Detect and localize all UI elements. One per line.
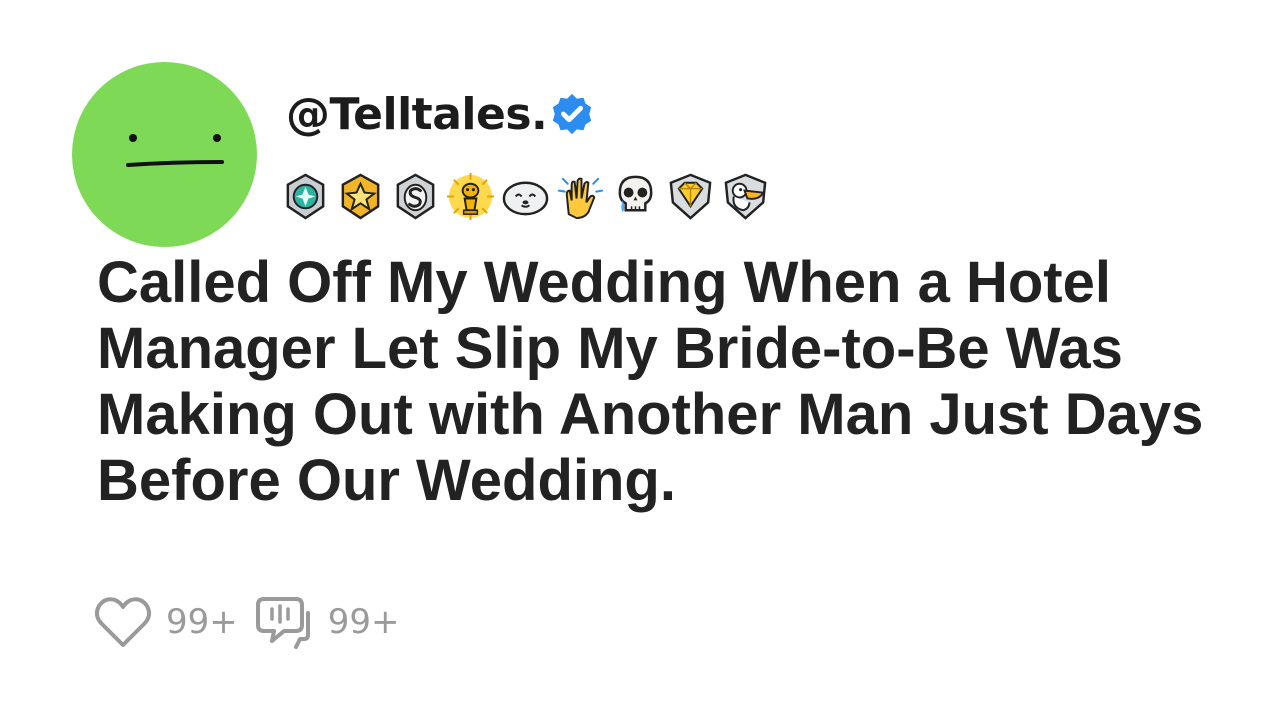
avatar[interactable] xyxy=(72,62,257,247)
comment-icon[interactable] xyxy=(255,595,314,649)
neutral-face-icon xyxy=(126,134,224,167)
heart-icon[interactable] xyxy=(94,595,152,649)
verified-badge-icon xyxy=(553,93,592,135)
clapping-hands-icon xyxy=(557,177,604,219)
username[interactable]: @Telltales. xyxy=(286,89,548,140)
silver-s-badge-icon xyxy=(396,173,435,220)
teal-gem-badge-icon xyxy=(286,173,325,220)
gold-star-badge-icon xyxy=(341,173,380,220)
post-title: Called Off My Wedding When a Hotel Manag… xyxy=(97,250,1204,513)
author-row: @Telltales. xyxy=(286,84,595,144)
pelican-shield-icon xyxy=(724,173,767,220)
crying-skull-icon xyxy=(618,175,653,212)
gold-alien-trophy-icon xyxy=(446,172,495,220)
engagement-bar: 99+ 99+ xyxy=(94,592,418,652)
post-card: @Telltales. Called Off My Wedding When a… xyxy=(0,0,1280,720)
award-badges xyxy=(280,170,771,222)
smiling-seal-icon xyxy=(502,181,549,215)
likes-count: 99+ xyxy=(166,602,238,642)
gold-diamond-shield-icon xyxy=(669,173,712,220)
comments-count: 99+ xyxy=(327,602,400,642)
